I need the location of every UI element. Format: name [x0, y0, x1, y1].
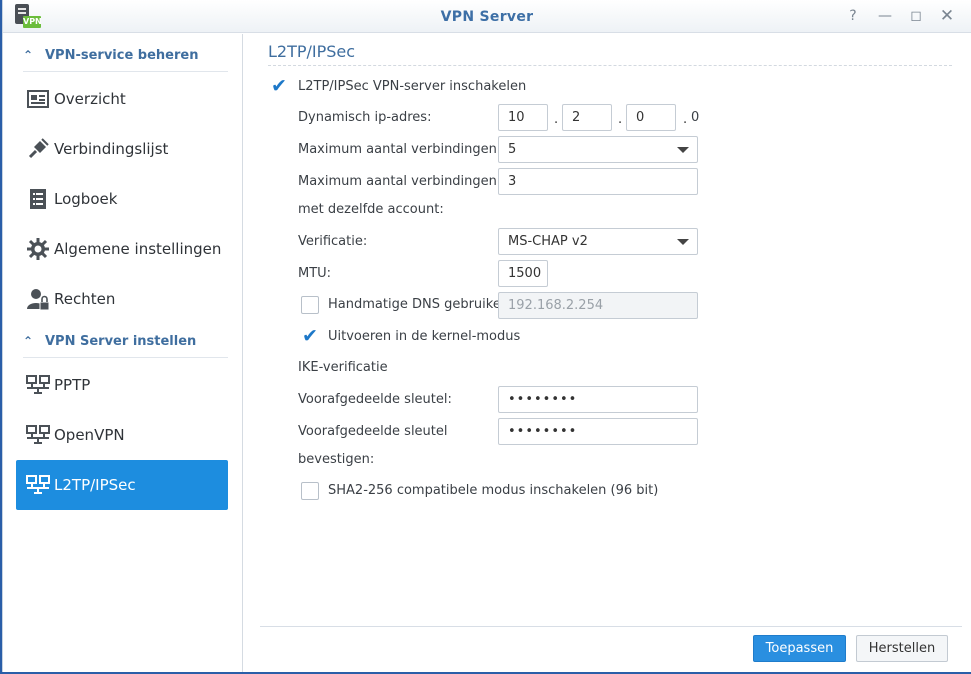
authentication-label: Verificatie: — [298, 234, 368, 249]
max-account-connections-label-line1: Maximum aantal verbindingen — [298, 174, 497, 189]
max-account-connections-field[interactable]: 3 — [498, 168, 698, 195]
sidebar-item-label: Rechten — [54, 290, 116, 308]
section-label: VPN Server instellen — [45, 334, 197, 349]
enable-l2tp-checkbox[interactable]: ✔ — [270, 75, 288, 97]
sidebar-item-logboek[interactable]: Logboek — [16, 174, 228, 224]
sidebar-item-label: Algemene instellingen — [54, 240, 222, 258]
ip-octet-2-field[interactable]: 2 — [562, 104, 612, 131]
section-vpn-server-instellen[interactable]: ⌃ VPN Server instellen — [23, 326, 228, 358]
checkmark-icon: ✔ — [271, 75, 287, 97]
sidebar-item-algemene-instellingen[interactable]: Algemene instellingen — [16, 224, 228, 274]
psk-confirm-label-line1: Voorafgedeelde sleutel — [298, 424, 448, 439]
ike-verification-heading: IKE-verificatie — [298, 360, 388, 375]
sidebar: ⌃ VPN-service beheren Overzicht Verbindin… — [3, 34, 243, 672]
maximize-icon[interactable]: ◻ — [907, 7, 925, 25]
manual-dns-field[interactable]: 192.168.2.254 — [498, 292, 698, 319]
section-label: VPN-service beheren — [45, 48, 199, 63]
chevron-up-icon: ⌃ — [23, 48, 34, 62]
reset-button[interactable]: Herstellen — [856, 635, 948, 662]
kernel-mode-checkbox[interactable]: ✔ — [301, 325, 319, 347]
psk-password-field[interactable]: •••••••• — [498, 386, 698, 413]
sidebar-item-rechten[interactable]: Rechten — [16, 274, 228, 324]
sidebar-item-openvpn[interactable]: OpenVPN — [16, 410, 228, 460]
network-icon — [26, 475, 50, 494]
sha2-compat-checkbox[interactable] — [301, 482, 319, 500]
enable-l2tp-label: L2TP/IPSec VPN-server inschakelen — [298, 79, 527, 94]
page-title: L2TP/IPSec — [268, 42, 356, 61]
authentication-value: MS-CHAP v2 — [508, 234, 588, 249]
gear-icon — [27, 238, 49, 260]
authentication-select[interactable]: MS-CHAP v2 — [498, 228, 698, 255]
psk-confirm-password-field[interactable]: •••••••• — [498, 418, 698, 445]
sidebar-item-label: OpenVPN — [54, 426, 125, 444]
title-divider — [268, 65, 952, 66]
overview-icon — [27, 90, 49, 108]
ip-octet-3-field[interactable]: 0 — [626, 104, 676, 131]
max-connections-label: Maximum aantal verbindingen: — [298, 142, 502, 157]
network-icon — [26, 375, 50, 394]
sidebar-item-label: Logboek — [54, 190, 118, 208]
title-bar: VPN VPN Server ? — ◻ ✕ — [3, 0, 971, 33]
user-lock-icon — [27, 289, 50, 311]
main-panel: L2TP/IPSec ✔ L2TP/IPSec VPN-server insch… — [244, 34, 971, 672]
log-icon — [30, 189, 46, 209]
sidebar-item-label: PPTP — [54, 376, 91, 394]
sidebar-item-label: Verbindingslijst — [54, 140, 169, 158]
max-account-connections-label-line2: met dezelfde account: — [298, 202, 444, 217]
close-icon[interactable]: ✕ — [938, 7, 956, 25]
dynamic-ip-label: Dynamisch ip-adres: — [298, 110, 432, 125]
chevron-down-icon — [677, 239, 689, 245]
ip-separator: . — [618, 112, 623, 127]
psk-label: Voorafgedeelde sleutel: — [298, 392, 452, 407]
ip-separator: . — [554, 112, 559, 127]
sidebar-item-label: Overzicht — [54, 90, 126, 108]
network-icon — [26, 425, 50, 444]
sidebar-item-overzicht[interactable]: Overzicht — [16, 74, 228, 124]
sidebar-item-label: L2TP/IPSec — [54, 476, 136, 494]
manual-dns-checkbox[interactable] — [301, 296, 319, 314]
max-connections-select[interactable]: 5 — [498, 136, 698, 163]
chevron-down-icon — [677, 147, 689, 153]
kernel-mode-label: Uitvoeren in de kernel-modus — [328, 329, 521, 344]
window-title: VPN Server — [440, 9, 534, 25]
max-connections-value: 5 — [508, 142, 517, 157]
psk-confirm-label-line2: bevestigen: — [298, 452, 375, 467]
sidebar-item-verbindingslijst[interactable]: Verbindingslijst — [16, 124, 228, 174]
section-vpn-service-beheren[interactable]: ⌃ VPN-service beheren — [23, 40, 228, 72]
vpn-server-window: VPN VPN Server ? — ◻ ✕ ⌃ VPN-service behe… — [2, 0, 971, 672]
apply-button[interactable]: Toepassen — [753, 635, 846, 662]
minimize-icon[interactable]: — — [876, 7, 894, 25]
footer-divider — [260, 626, 962, 627]
ip-octet-4-value: 0 — [691, 110, 700, 125]
checkmark-icon: ✔ — [302, 325, 318, 347]
sidebar-item-l2tp-ipsec[interactable]: L2TP/IPSec — [16, 460, 228, 510]
sidebar-item-pptp[interactable]: PPTP — [16, 360, 228, 410]
chevron-up-icon: ⌃ — [23, 334, 34, 348]
sha2-compat-label: SHA2-256 compatibele modus inschakelen (… — [328, 483, 659, 498]
help-icon[interactable]: ? — [844, 7, 862, 25]
ip-separator: . — [683, 112, 688, 127]
mtu-label: MTU: — [298, 266, 332, 281]
ip-octet-1-field[interactable]: 10 — [498, 104, 548, 131]
manual-dns-label: Handmatige DNS gebruiken — [328, 297, 510, 312]
connection-list-icon — [28, 138, 49, 159]
mtu-field[interactable]: 1500 — [498, 260, 548, 287]
